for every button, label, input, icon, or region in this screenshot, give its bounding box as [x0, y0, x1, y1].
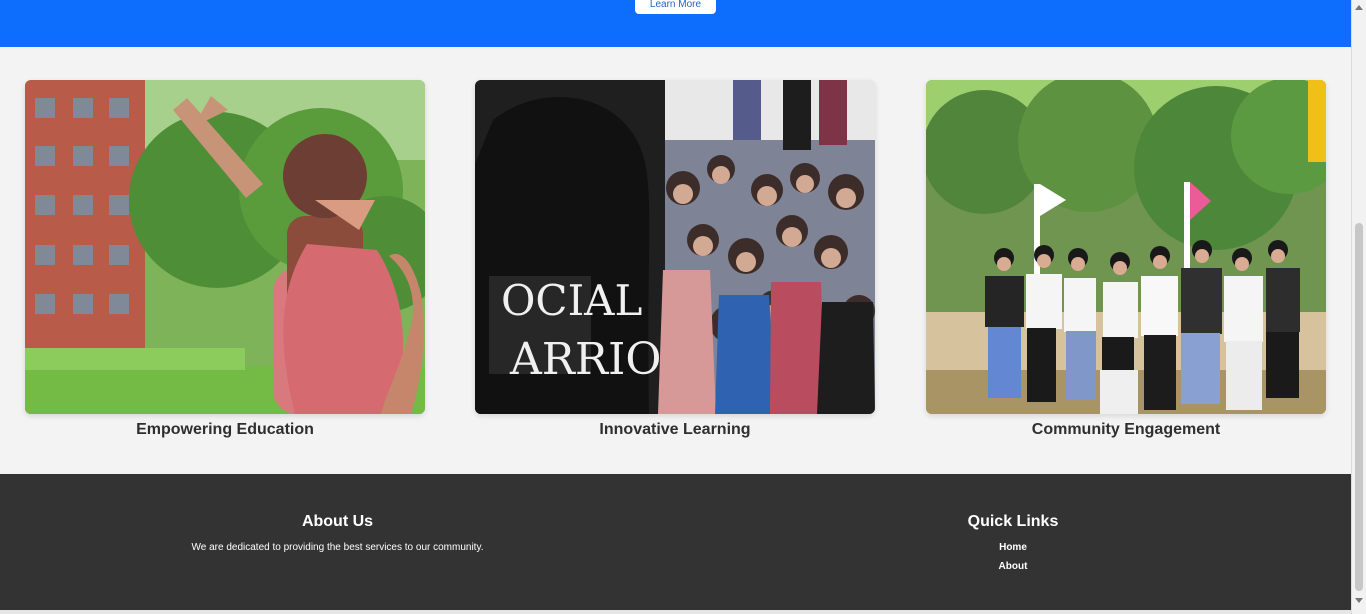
scrollbar-thumb[interactable] — [1355, 223, 1363, 591]
arrow-down-icon[interactable] — [1355, 598, 1363, 603]
feature-card: Community Engagement — [926, 80, 1326, 442]
card-title: Community Engagement — [1031, 421, 1221, 438]
card-title: Innovative Learning — [599, 421, 751, 438]
quick-links-title: Quick Links — [967, 513, 1059, 530]
feature-card: OCIAL ARRIOR Innovative Learning — [475, 80, 875, 442]
svg-text:OCIAL: OCIAL — [501, 276, 642, 325]
hero-section: Learn More — [0, 0, 1351, 47]
about-text: We are dedicated to providing the best s… — [191, 542, 484, 553]
feature-card: Empowering Education — [25, 80, 425, 442]
vertical-scrollbar[interactable] — [1351, 0, 1366, 614]
quick-link-about[interactable]: About — [940, 560, 1086, 579]
feature-image: OCIAL ARRIOR — [475, 80, 875, 414]
site-footer: About Us We are dedicated to providing t… — [0, 474, 1351, 610]
about-section: About Us We are dedicated to providing t… — [182, 512, 493, 555]
learn-more-button[interactable]: Learn More — [635, 0, 716, 14]
page-bottom-edge — [0, 610, 1351, 614]
page: Learn More Empowering Education OCIAL AR… — [0, 0, 1366, 614]
quick-links-list: Home About — [940, 541, 1086, 579]
about-title: About Us — [301, 513, 374, 530]
quick-link-home[interactable]: Home — [940, 541, 1086, 560]
feature-cards: Empowering Education OCIAL ARRIOR Innova… — [0, 80, 1351, 446]
feature-image — [926, 80, 1326, 414]
feature-image — [25, 80, 425, 414]
quick-links-section: Quick Links Home About — [940, 512, 1086, 579]
arrow-up-icon[interactable] — [1355, 5, 1363, 10]
content-viewport: Learn More Empowering Education OCIAL AR… — [0, 0, 1351, 614]
card-title: Empowering Education — [136, 421, 314, 438]
